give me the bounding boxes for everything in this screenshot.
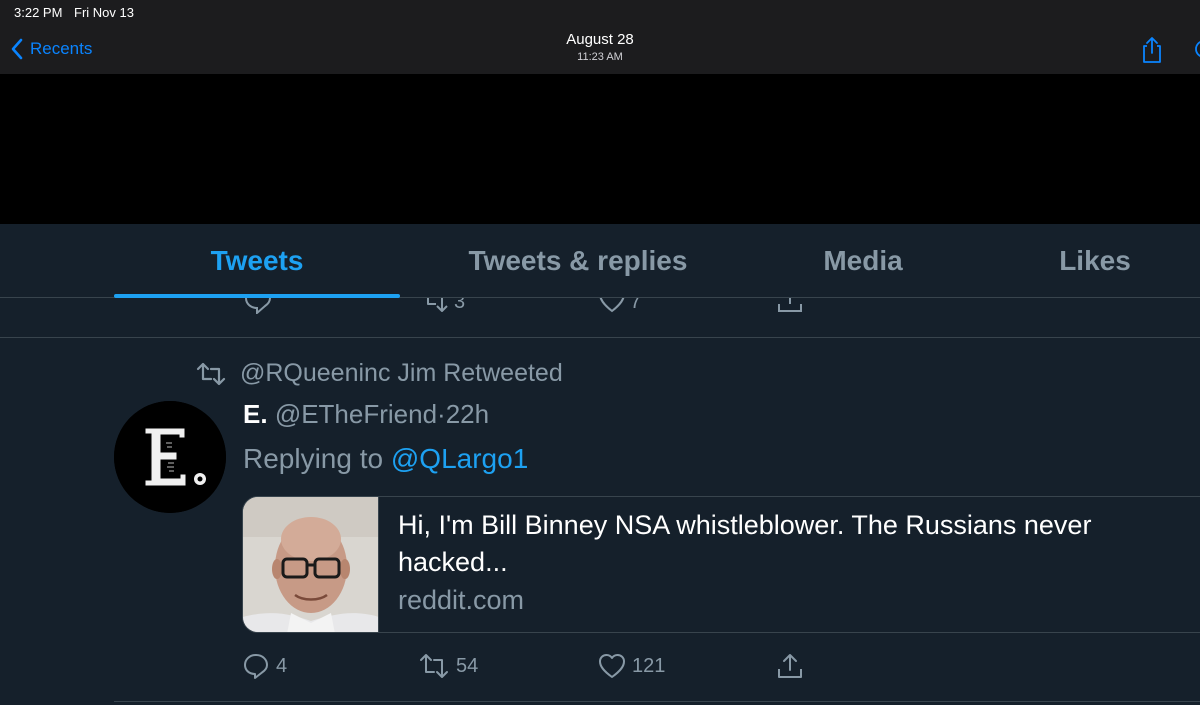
replying-to: Replying to @QLargo1 <box>243 443 528 475</box>
previous-tweet-actions: 3 7 <box>0 298 1200 338</box>
nav-title: August 28 <box>566 31 634 48</box>
retweeted-by: @RQueeninc Jim Retweeted <box>240 359 563 387</box>
heart-icon[interactable] <box>598 298 626 314</box>
heart-icon <box>599 654 625 678</box>
avatar[interactable] <box>114 401 226 513</box>
divider <box>114 701 1200 702</box>
tweet[interactable]: @RQueeninc Jim Retweeted E. @ETheFriend·… <box>0 339 1200 705</box>
heart-icon[interactable] <box>1188 38 1200 60</box>
card-thumbnail <box>243 497 379 632</box>
previous-like-count: 7 <box>630 298 642 313</box>
status-bar: 3:22 PM Fri Nov 13 <box>0 0 1200 26</box>
tab-media[interactable]: Media <box>756 224 970 298</box>
retweet-icon[interactable] <box>420 298 450 314</box>
card-image <box>243 497 378 632</box>
reply-icon[interactable] <box>243 298 273 314</box>
share-icon <box>778 654 802 678</box>
share-button[interactable] <box>776 649 804 683</box>
nav-subtitle: 11:23 AM <box>577 51 623 63</box>
retweet-icon <box>196 362 226 385</box>
share-icon[interactable] <box>776 298 804 314</box>
card-domain: reddit.com <box>398 585 525 615</box>
status-time: 3:22 PM <box>14 5 63 20</box>
tweet-time: ·22h <box>437 399 490 429</box>
retweet-button[interactable]: 54 <box>418 649 478 683</box>
like-button[interactable]: 121 <box>598 649 665 683</box>
reply-icon <box>244 654 268 679</box>
tab-tweets[interactable]: Tweets <box>114 224 400 298</box>
link-card[interactable]: Hi, I'm Bill Binney NSA whistleblower. T… <box>242 496 1200 633</box>
photo-nav-bar: Recents August 28 11:23 AM <box>0 26 1200 74</box>
replying-to-mention[interactable]: @QLargo1 <box>391 443 528 474</box>
profile-tabs: Tweets Tweets & replies Media Likes <box>0 224 1200 298</box>
share-icon[interactable] <box>1140 36 1164 64</box>
card-title: Hi, I'm Bill Binney NSA whistleblower. T… <box>398 510 1092 577</box>
previous-retweet-count: 3 <box>454 298 466 313</box>
reply-count: 4 <box>276 654 288 677</box>
reply-button[interactable]: 4 <box>242 649 287 683</box>
retweet-icon <box>420 654 448 678</box>
tab-likes[interactable]: Likes <box>970 224 1200 298</box>
profile-banner <box>0 74 1200 224</box>
author-handle[interactable]: @ETheFriend <box>275 399 437 429</box>
tab-tweets-and-replies[interactable]: Tweets & replies <box>400 224 756 298</box>
retweet-count: 54 <box>456 654 479 677</box>
avatar-logo <box>114 401 226 513</box>
replying-prefix: Replying to <box>243 443 391 474</box>
like-count: 121 <box>632 654 666 677</box>
status-date: Fri Nov 13 <box>74 5 134 20</box>
previous-like: 7 <box>598 298 641 314</box>
previous-retweet: 3 <box>420 298 465 314</box>
author-name[interactable]: E. <box>243 399 268 429</box>
tweet-header: E. @ETheFriend·22h <box>243 399 489 430</box>
retweet-context: @RQueeninc Jim Retweeted <box>196 359 563 388</box>
tweet-actions: 4 54 121 <box>242 649 842 683</box>
